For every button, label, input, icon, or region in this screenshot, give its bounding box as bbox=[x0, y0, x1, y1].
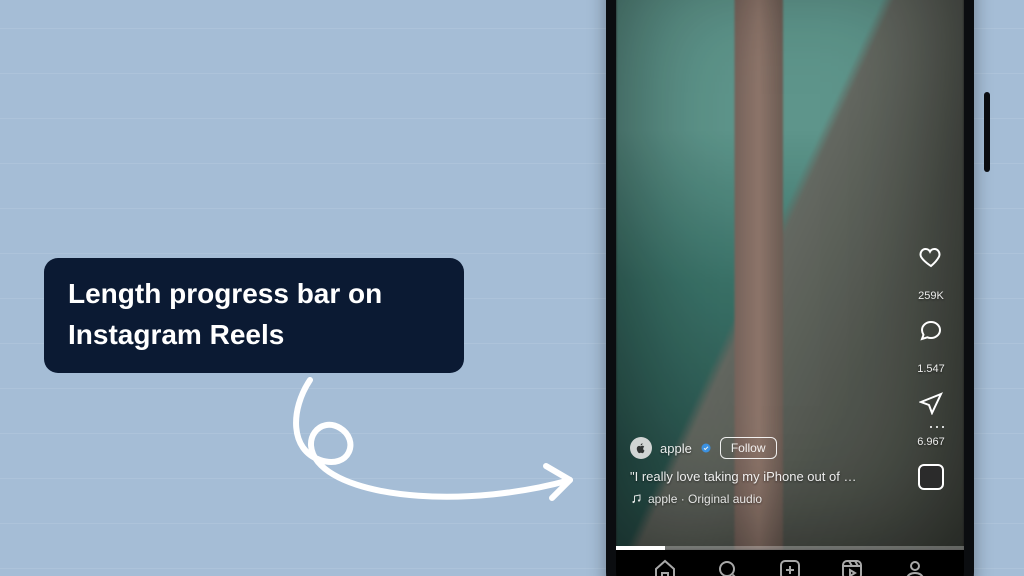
annotation-arrow bbox=[270, 370, 610, 540]
like-count: 259K bbox=[918, 290, 944, 302]
user-row[interactable]: apple Follow bbox=[630, 437, 900, 459]
callout-line2: Instagram Reels bbox=[68, 319, 284, 350]
phone-mockup: 259K 1.547 6.967 ⋯ apple Follow "I reall… bbox=[606, 0, 974, 576]
tab-profile[interactable] bbox=[903, 558, 927, 576]
audio-thumbnail[interactable] bbox=[918, 464, 944, 490]
home-icon bbox=[653, 558, 677, 576]
audio-row[interactable]: apple · Original audio bbox=[630, 492, 900, 506]
plus-square-icon bbox=[778, 558, 802, 576]
audio-label: apple · Original audio bbox=[648, 492, 762, 506]
profile-icon bbox=[903, 558, 927, 576]
annotation-callout: Length progress bar on Instagram Reels bbox=[44, 258, 464, 373]
engagement-rail: 259K 1.547 6.967 bbox=[908, 245, 954, 490]
like-button[interactable] bbox=[919, 245, 943, 274]
comment-icon bbox=[919, 318, 943, 342]
tab-create[interactable] bbox=[778, 558, 802, 576]
phone-side-button bbox=[984, 92, 990, 172]
username[interactable]: apple bbox=[660, 441, 692, 456]
more-button[interactable]: ⋯ bbox=[928, 417, 946, 438]
tab-home[interactable] bbox=[653, 558, 677, 576]
comment-count: 1.547 bbox=[917, 363, 945, 375]
user-avatar[interactable] bbox=[630, 437, 652, 459]
phone-screen: 259K 1.547 6.967 ⋯ apple Follow "I reall… bbox=[616, 0, 964, 576]
callout-line1: Length progress bar on bbox=[68, 278, 382, 309]
apple-logo-icon bbox=[635, 442, 647, 454]
search-icon bbox=[716, 558, 740, 576]
share-icon bbox=[919, 391, 943, 415]
share-button[interactable] bbox=[919, 391, 943, 420]
heart-icon bbox=[919, 245, 943, 269]
follow-button[interactable]: Follow bbox=[720, 437, 777, 459]
verified-badge-icon bbox=[700, 442, 712, 454]
music-note-icon bbox=[630, 493, 642, 505]
tab-search[interactable] bbox=[716, 558, 740, 576]
comment-button[interactable] bbox=[919, 318, 943, 347]
tab-reels[interactable] bbox=[840, 558, 864, 576]
tab-bar bbox=[616, 550, 964, 576]
reel-caption[interactable]: "I really love taking my iPhone out of … bbox=[630, 469, 900, 484]
reel-meta: apple Follow "I really love taking my iP… bbox=[630, 437, 900, 506]
reels-icon bbox=[840, 558, 864, 576]
